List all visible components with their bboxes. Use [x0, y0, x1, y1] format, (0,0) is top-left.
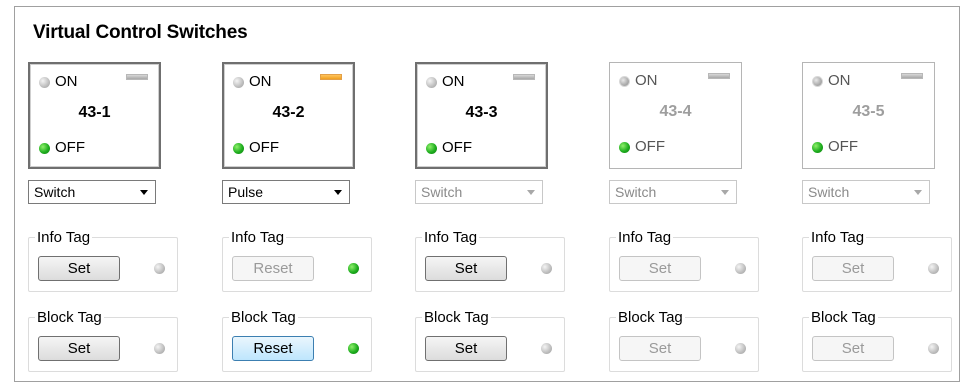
info-tag-indicator-icon [928, 263, 939, 274]
chevron-down-icon [721, 190, 729, 195]
info-tag-label: Info Tag [616, 229, 674, 246]
info-tag-button[interactable]: Reset [232, 256, 314, 281]
info-tag-label: Info Tag [809, 229, 867, 246]
info-tag-label: Info Tag [229, 229, 287, 246]
info-tag-indicator-icon [541, 263, 552, 274]
mode-select-value: Pulse [228, 184, 264, 200]
switch-column-3: ON 43-3 OFF Switch Info Tag Set Block Ta… [415, 0, 565, 383]
block-tag-button[interactable]: Set [425, 336, 507, 361]
off-indicator-icon [619, 142, 630, 153]
info-tag-indicator-icon [348, 263, 359, 274]
mode-select[interactable]: Switch [415, 180, 543, 204]
off-label: OFF [249, 139, 279, 156]
status-bar-icon [901, 73, 923, 79]
chevron-down-icon [914, 190, 922, 195]
mode-select-value: Switch [34, 184, 76, 200]
switch-name: 43-3 [465, 104, 498, 121]
switch-column-1: ON 43-1 OFF Switch Info Tag Set Block Ta… [28, 0, 178, 383]
off-label: OFF [55, 139, 85, 156]
on-indicator-icon [812, 76, 823, 87]
virtual-switch[interactable]: ON 43-2 OFF [222, 62, 355, 169]
on-label: ON [55, 73, 78, 90]
on-indicator-icon [426, 77, 437, 88]
block-tag-button[interactable]: Set [619, 336, 701, 361]
info-tag-indicator-icon [154, 263, 165, 274]
mode-select[interactable]: Switch [28, 180, 156, 204]
status-bar-icon [320, 74, 342, 80]
block-tag-indicator-icon [154, 343, 165, 354]
block-tag-label: Block Tag [422, 309, 491, 326]
mode-select-value: Switch [615, 184, 657, 200]
block-tag-label: Block Tag [616, 309, 685, 326]
info-tag-button[interactable]: Set [812, 256, 894, 281]
switch-column-4: ON 43-4 OFF Switch Info Tag Set Block Ta… [609, 0, 759, 383]
block-tag-label: Block Tag [229, 309, 298, 326]
on-indicator-icon [39, 77, 50, 88]
virtual-switch[interactable]: ON 43-4 OFF [609, 62, 742, 169]
on-indicator-icon [233, 77, 244, 88]
status-bar-icon [708, 73, 730, 79]
switch-name: 43-4 [659, 103, 692, 120]
info-tag-group: Info Tag Set [415, 229, 565, 292]
block-tag-group: Block Tag Reset [222, 309, 372, 372]
mode-select[interactable]: Switch [609, 180, 737, 204]
block-tag-indicator-icon [735, 343, 746, 354]
info-tag-group: Info Tag Set [28, 229, 178, 292]
switch-name: 43-5 [852, 103, 885, 120]
info-tag-group: Info Tag Reset [222, 229, 372, 292]
on-label: ON [442, 73, 465, 90]
virtual-switch[interactable]: ON 43-3 OFF [415, 62, 548, 169]
virtual-switch[interactable]: ON 43-1 OFF [28, 62, 161, 169]
virtual-switch[interactable]: ON 43-5 OFF [802, 62, 935, 169]
block-tag-indicator-icon [348, 343, 359, 354]
info-tag-indicator-icon [735, 263, 746, 274]
block-tag-button[interactable]: Set [38, 336, 120, 361]
block-tag-indicator-icon [928, 343, 939, 354]
block-tag-group: Block Tag Set [415, 309, 565, 372]
status-bar-icon [513, 74, 535, 80]
off-indicator-icon [426, 143, 437, 154]
mode-select[interactable]: Pulse [222, 180, 350, 204]
info-tag-label: Info Tag [35, 229, 93, 246]
block-tag-group: Block Tag Set [802, 309, 952, 372]
info-tag-button[interactable]: Set [619, 256, 701, 281]
switch-name: 43-1 [78, 104, 111, 121]
off-label: OFF [828, 138, 858, 155]
mode-select-value: Switch [421, 184, 463, 200]
switch-column-5: ON 43-5 OFF Switch Info Tag Set Block Ta… [802, 0, 952, 383]
switch-column-2: ON 43-2 OFF Pulse Info Tag Reset Block T… [222, 0, 372, 383]
off-indicator-icon [812, 142, 823, 153]
block-tag-group: Block Tag Set [609, 309, 759, 372]
chevron-down-icon [140, 190, 148, 195]
status-bar-icon [126, 74, 148, 80]
chevron-down-icon [527, 190, 535, 195]
switch-name: 43-2 [272, 104, 305, 121]
block-tag-label: Block Tag [35, 309, 104, 326]
info-tag-label: Info Tag [422, 229, 480, 246]
block-tag-indicator-icon [541, 343, 552, 354]
block-tag-group: Block Tag Set [28, 309, 178, 372]
off-indicator-icon [39, 143, 50, 154]
info-tag-group: Info Tag Set [802, 229, 952, 292]
info-tag-group: Info Tag Set [609, 229, 759, 292]
block-tag-button[interactable]: Reset [232, 336, 314, 361]
block-tag-label: Block Tag [809, 309, 878, 326]
chevron-down-icon [334, 190, 342, 195]
off-label: OFF [442, 139, 472, 156]
mode-select-value: Switch [808, 184, 850, 200]
off-label: OFF [635, 138, 665, 155]
block-tag-button[interactable]: Set [812, 336, 894, 361]
on-label: ON [828, 72, 851, 89]
info-tag-button[interactable]: Set [38, 256, 120, 281]
mode-select[interactable]: Switch [802, 180, 930, 204]
off-indicator-icon [233, 143, 244, 154]
on-label: ON [635, 72, 658, 89]
on-indicator-icon [619, 76, 630, 87]
on-label: ON [249, 73, 272, 90]
info-tag-button[interactable]: Set [425, 256, 507, 281]
